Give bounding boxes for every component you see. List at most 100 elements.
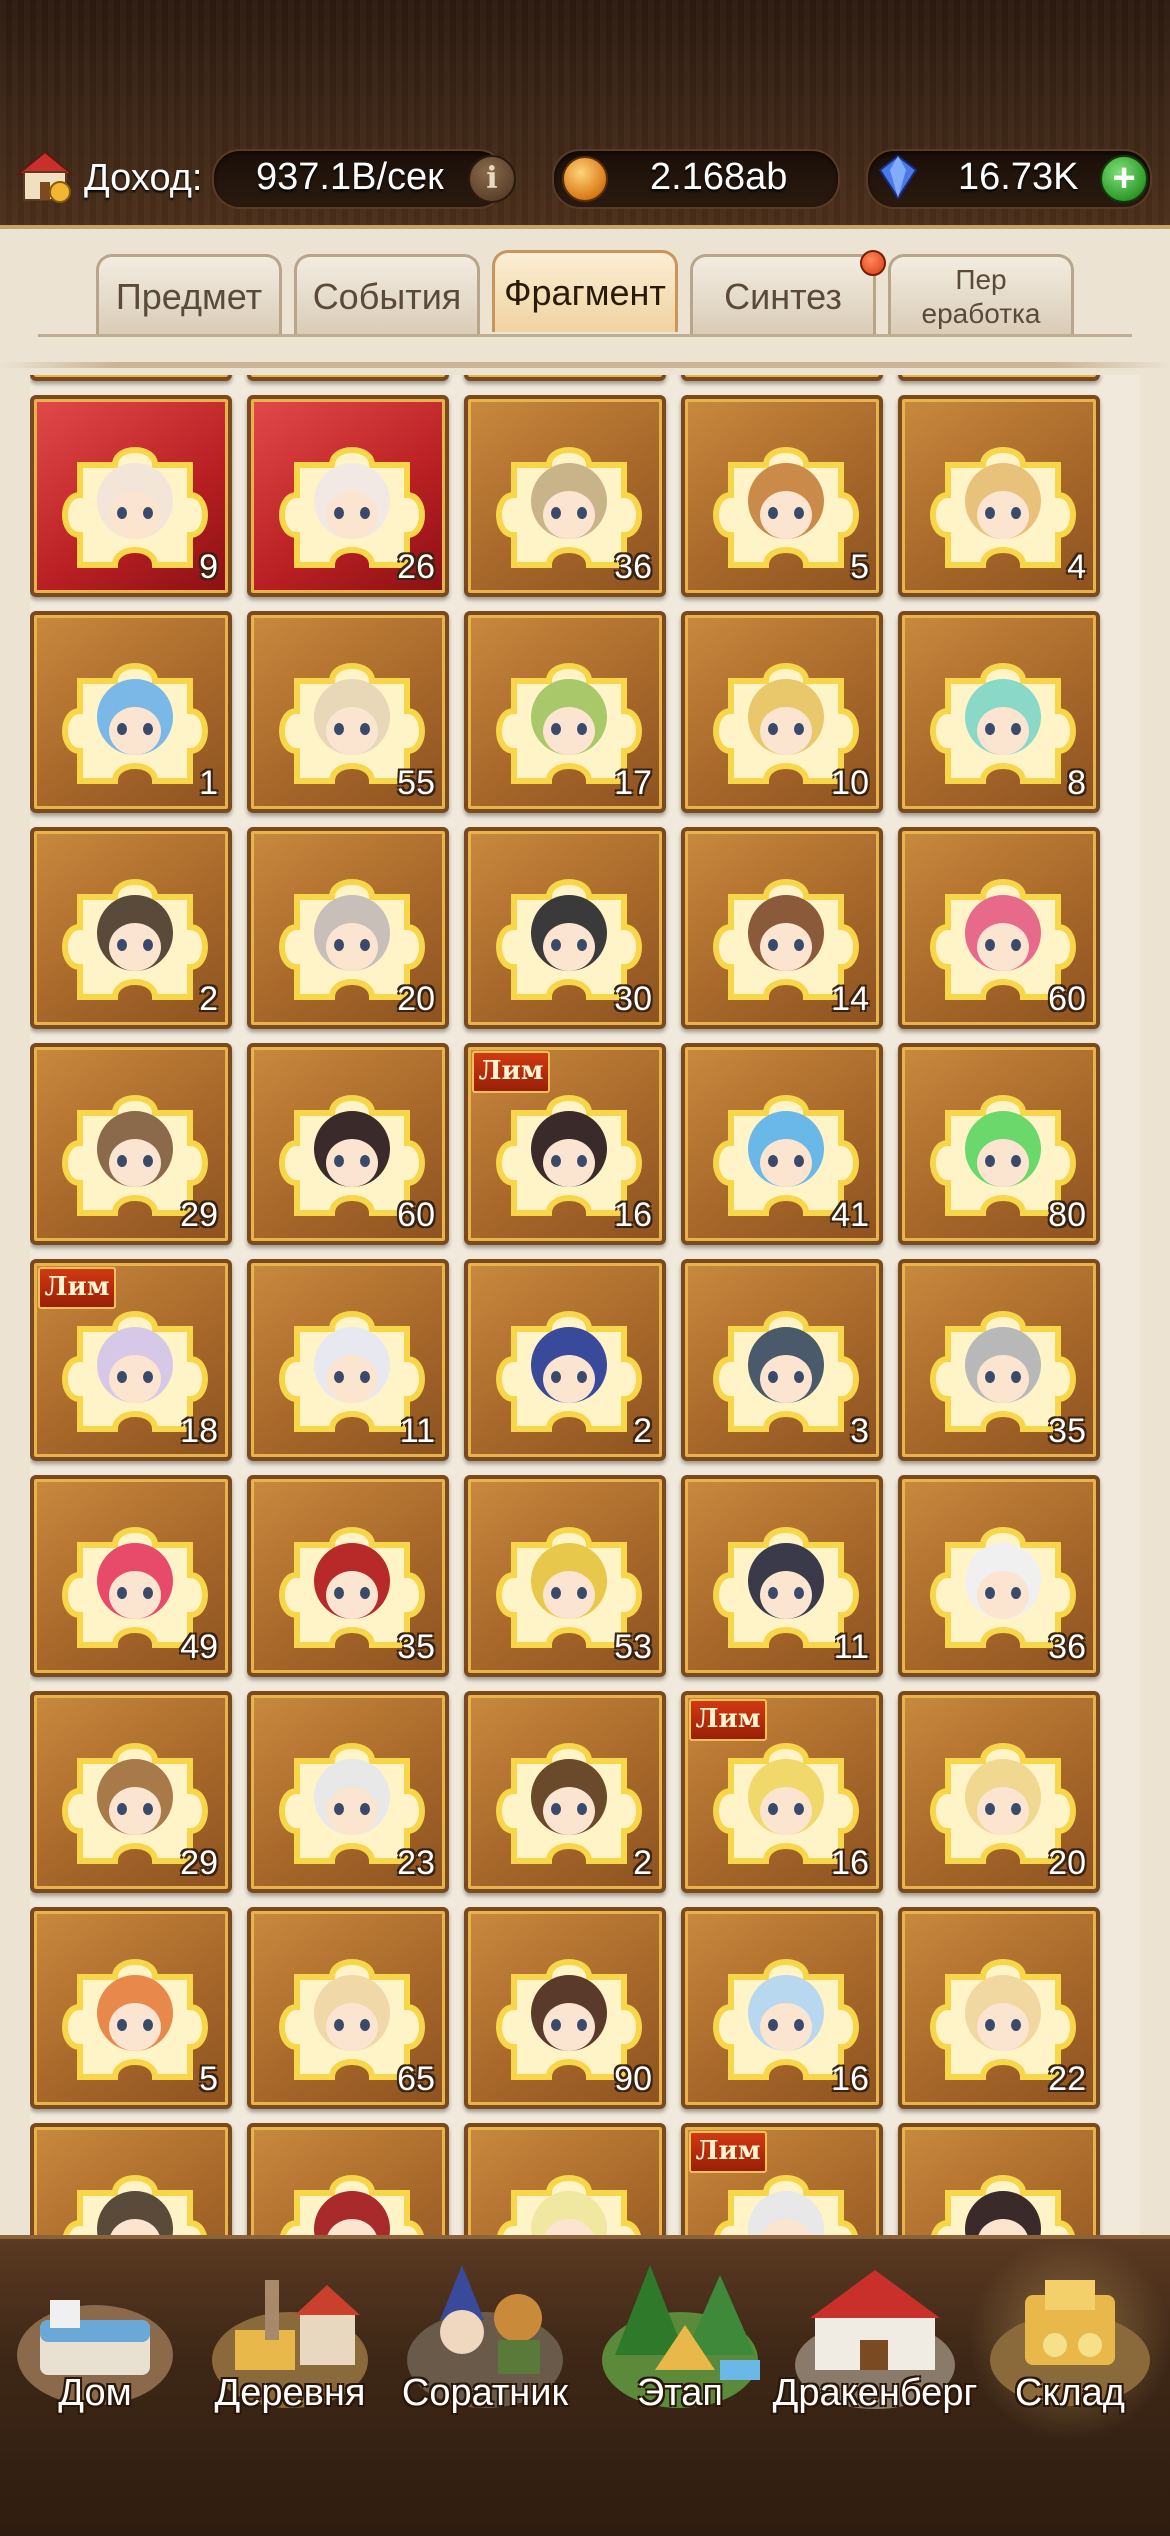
fragment-cell[interactable]: 10 [681, 611, 883, 813]
fragment-cell[interactable] [247, 2123, 449, 2235]
fragment-count: 10 [831, 764, 869, 802]
fragment-cell[interactable]: 11 [247, 1259, 449, 1461]
limited-badge: Лим [38, 1267, 116, 1309]
income-value: 937.1B/сек [256, 156, 444, 198]
fragment-count: 29 [180, 1196, 218, 1234]
fragment-cell[interactable]: 5 [30, 1907, 232, 2109]
fragment-count: 16 [614, 1196, 652, 1234]
tab-recycle[interactable]: Пер еработка [888, 254, 1074, 336]
fragment-cell[interactable]: 14 [681, 827, 883, 1029]
fragment-cell[interactable]: 11 [681, 1475, 883, 1677]
nav-item-companion[interactable]: Соратник [390, 2250, 580, 2440]
fragment-cell[interactable]: Лим 16 [681, 1691, 883, 1893]
puzzle-piece-icon [496, 1311, 642, 1432]
fragment-cell[interactable]: 17 [464, 611, 666, 813]
fragment-cell[interactable]: 9 [30, 395, 232, 597]
fragment-cell[interactable]: 29 [30, 1691, 232, 1893]
nav-item-camp[interactable]: Этап [585, 2250, 775, 2440]
fragment-count: 22 [1048, 2060, 1086, 2098]
fragment-cell[interactable]: 2 [464, 1259, 666, 1461]
tab-fragment[interactable]: Фрагмент [492, 250, 678, 332]
tab-events[interactable]: События [294, 254, 480, 336]
fragment-count: 30 [614, 980, 652, 1018]
fragment-cell[interactable]: 80 [898, 1043, 1100, 1245]
fragment-cell[interactable]: 3 [681, 1259, 883, 1461]
limited-badge: Лим [472, 1051, 550, 1093]
fragment-count: 17 [614, 764, 652, 802]
tab-underline [38, 334, 1132, 337]
fragment-cell-partial[interactable] [681, 375, 883, 381]
fragment-count: 41 [831, 1196, 869, 1234]
fragment-cell-partial[interactable] [898, 375, 1100, 381]
nav-label: Дракенберг [772, 2372, 978, 2414]
fragment-count: 3 [850, 1412, 869, 1450]
fragment-cell[interactable]: 65 [247, 1907, 449, 2109]
fragment-cell[interactable]: 60 [247, 1043, 449, 1245]
fragment-cell[interactable]: 16 [681, 1907, 883, 2109]
fragment-cell[interactable]: 4 [898, 395, 1100, 597]
fragment-grid: 9 26 36 5 4 1 55 17 10 8 2 20 30 14 60 29 60 Лим 16 41 80 Лим… [30, 375, 1140, 2235]
fragment-cell[interactable]: 36 [464, 395, 666, 597]
nav-item-village[interactable]: Деревня [195, 2250, 385, 2440]
fragment-cell[interactable] [30, 2123, 232, 2235]
fragment-count: 16 [831, 1844, 869, 1882]
fragment-cell[interactable]: Лим [681, 2123, 883, 2235]
fragment-cell-partial[interactable] [247, 375, 449, 381]
puzzle-piece-icon [280, 2175, 424, 2235]
nav-label: Этап [636, 2372, 723, 2414]
fragment-cell[interactable]: 90 [464, 1907, 666, 2109]
fragment-cell[interactable]: 36 [898, 1475, 1100, 1677]
fragment-count: 11 [399, 1412, 435, 1450]
fragment-cell[interactable]: 30 [464, 827, 666, 1029]
nav-label: Дом [58, 2372, 132, 2414]
house-icon [15, 150, 75, 203]
puzzle-piece-icon [496, 1743, 642, 1864]
fragment-cell[interactable]: 60 [898, 827, 1100, 1029]
fragment-cell[interactable]: 20 [247, 827, 449, 1029]
fragment-count: 18 [180, 1412, 218, 1450]
nav-item-bed[interactable]: Дом [0, 2250, 190, 2440]
fragment-cell[interactable]: 41 [681, 1043, 883, 1245]
nav-label: Склад [1015, 2372, 1125, 2414]
fragment-count: 55 [397, 764, 435, 802]
fragment-count: 2 [199, 980, 218, 1018]
fragment-cell-partial[interactable] [30, 375, 232, 381]
fragment-cell[interactable]: 26 [247, 395, 449, 597]
fragment-count: 80 [1048, 1196, 1086, 1234]
fragment-cell[interactable]: 35 [898, 1259, 1100, 1461]
fragment-cell[interactable]: 35 [247, 1475, 449, 1677]
fragment-count: 5 [850, 548, 869, 586]
puzzle-piece-icon [930, 447, 1076, 568]
nav-item-warehouse[interactable]: Склад [965, 2240, 1170, 2440]
fragment-cell[interactable]: 20 [898, 1691, 1100, 1893]
fragment-cell[interactable]: 2 [30, 827, 232, 1029]
fragment-cell[interactable]: 53 [464, 1475, 666, 1677]
tab-item[interactable]: Предмет [96, 254, 282, 336]
fragment-cell[interactable]: 55 [247, 611, 449, 813]
tab-synthesis[interactable]: Синтез [690, 254, 876, 336]
fragment-cell-partial[interactable] [464, 375, 666, 381]
fragment-cell[interactable]: Лим 18 [30, 1259, 232, 1461]
fragment-count: 35 [397, 1628, 435, 1666]
fragment-cell[interactable]: 1 [30, 611, 232, 813]
fragment-cell[interactable]: 29 [30, 1043, 232, 1245]
fragment-cell[interactable]: 8 [898, 611, 1100, 813]
fragment-cell[interactable]: Лим 16 [464, 1043, 666, 1245]
fragment-cell[interactable] [464, 2123, 666, 2235]
fragment-count: 8 [1067, 764, 1086, 802]
fragment-cell[interactable]: 23 [247, 1691, 449, 1893]
info-icon[interactable]: i [468, 155, 516, 203]
divider [0, 362, 1170, 368]
fragment-cell[interactable]: 49 [30, 1475, 232, 1677]
fragment-cell[interactable]: 2 [464, 1691, 666, 1893]
nav-item-castle[interactable]: Дракенберг [773, 2250, 977, 2440]
notification-dot [860, 250, 886, 276]
puzzle-piece-icon [931, 2175, 1075, 2235]
fragment-cell[interactable] [898, 2123, 1100, 2235]
plus-icon[interactable]: + [1100, 155, 1148, 203]
income-label: Доход: [84, 157, 203, 199]
fragment-cell[interactable]: 22 [898, 1907, 1100, 2109]
fragment-cell[interactable]: 5 [681, 395, 883, 597]
fragment-count: 49 [180, 1628, 218, 1666]
fragment-count: 60 [397, 1196, 435, 1234]
